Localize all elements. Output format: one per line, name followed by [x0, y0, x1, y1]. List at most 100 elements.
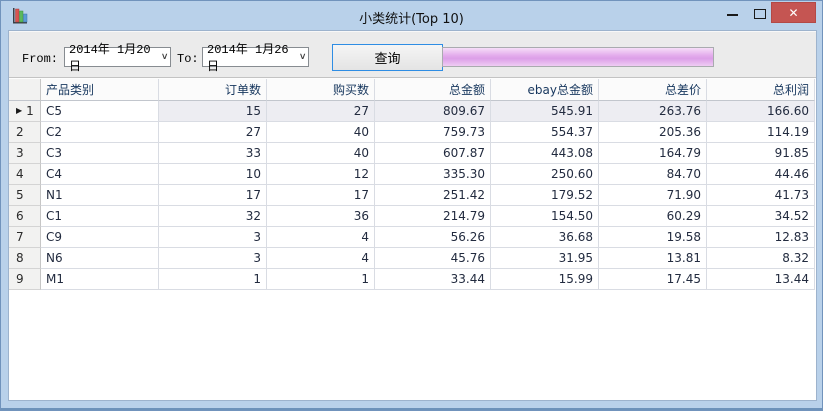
grid-cell[interactable]: 27: [267, 101, 375, 122]
grid-cell[interactable]: 10: [159, 164, 267, 185]
grid-cell[interactable]: 809.67: [375, 101, 491, 122]
column-header-5[interactable]: 总差价: [599, 79, 707, 101]
grid-cell[interactable]: 40: [267, 143, 375, 164]
table-row: 4C41012335.30250.6084.7044.46: [9, 164, 816, 185]
column-header-6[interactable]: 总利润: [707, 79, 815, 101]
row-header[interactable]: 6: [9, 206, 41, 227]
title-bar[interactable]: 小类统计(Top 10) ✕: [1, 1, 822, 31]
grid-cell[interactable]: 71.90: [599, 185, 707, 206]
grid-cell[interactable]: 56.26: [375, 227, 491, 248]
row-header[interactable]: 2: [9, 122, 41, 143]
row-header[interactable]: 7: [9, 227, 41, 248]
grid-cell[interactable]: 164.79: [599, 143, 707, 164]
grid-cell[interactable]: 13.81: [599, 248, 707, 269]
grid-cell[interactable]: 13.44: [707, 269, 815, 290]
grid-cell[interactable]: 1: [267, 269, 375, 290]
query-button[interactable]: 查询: [332, 44, 443, 71]
grid-cell[interactable]: 3: [159, 227, 267, 248]
grid-cell[interactable]: 27: [159, 122, 267, 143]
grid-cell[interactable]: N6: [41, 248, 159, 269]
from-date-picker[interactable]: 2014年 1月20日 ∨: [64, 47, 171, 67]
column-header-0[interactable]: 产品类别: [41, 79, 159, 101]
grid-cell[interactable]: C3: [41, 143, 159, 164]
grid-cell[interactable]: 1: [159, 269, 267, 290]
column-header-3[interactable]: 总金额: [375, 79, 491, 101]
column-header-1[interactable]: 订单数: [159, 79, 267, 101]
current-row-arrow-icon: ▶: [16, 107, 22, 115]
grid-cell[interactable]: C4: [41, 164, 159, 185]
grid-cell[interactable]: 335.30: [375, 164, 491, 185]
grid-cell[interactable]: 251.42: [375, 185, 491, 206]
grid-cell[interactable]: 36.68: [491, 227, 599, 248]
grid-cell[interactable]: 443.08: [491, 143, 599, 164]
grid-cell[interactable]: C1: [41, 206, 159, 227]
table-row: 2C22740759.73554.37205.36114.19: [9, 122, 816, 143]
grid-cell[interactable]: 12: [267, 164, 375, 185]
grid-cell[interactable]: 17: [267, 185, 375, 206]
chevron-down-icon[interactable]: ∨: [299, 52, 306, 62]
grid-cell[interactable]: 205.36: [599, 122, 707, 143]
grid-cell[interactable]: C2: [41, 122, 159, 143]
grid-cell[interactable]: 41.73: [707, 185, 815, 206]
grid-cell[interactable]: 3: [159, 248, 267, 269]
row-number: 1: [26, 104, 34, 118]
grid-cell[interactable]: 759.73: [375, 122, 491, 143]
to-label: To:: [177, 52, 199, 66]
row-header[interactable]: ▶1: [9, 101, 41, 122]
row-header[interactable]: 3: [9, 143, 41, 164]
grid-cell[interactable]: 19.58: [599, 227, 707, 248]
maximize-icon[interactable]: [754, 9, 766, 19]
grid-cell[interactable]: N1: [41, 185, 159, 206]
column-header-2[interactable]: 购买数: [267, 79, 375, 101]
grid-cell[interactable]: 15.99: [491, 269, 599, 290]
column-header-4[interactable]: ebay总金额: [491, 79, 599, 101]
grid-cell[interactable]: 33.44: [375, 269, 491, 290]
minimize-icon[interactable]: [727, 14, 738, 16]
chevron-down-icon[interactable]: ∨: [161, 52, 168, 62]
grid-cell[interactable]: 31.95: [491, 248, 599, 269]
grid-cell[interactable]: 84.70: [599, 164, 707, 185]
grid-cell[interactable]: 15: [159, 101, 267, 122]
row-header[interactable]: 8: [9, 248, 41, 269]
grid-cell[interactable]: 166.60: [707, 101, 815, 122]
grid-cell[interactable]: 4: [267, 248, 375, 269]
grid-cell[interactable]: 12.83: [707, 227, 815, 248]
progress-bar-fill: [443, 48, 713, 66]
grid-cell[interactable]: 33: [159, 143, 267, 164]
grid-cell[interactable]: 154.50: [491, 206, 599, 227]
row-header[interactable]: 4: [9, 164, 41, 185]
grid-cell[interactable]: 263.76: [599, 101, 707, 122]
grid-cell[interactable]: 32: [159, 206, 267, 227]
grid-cell[interactable]: 34.52: [707, 206, 815, 227]
row-header[interactable]: 9: [9, 269, 41, 290]
grid-corner-cell[interactable]: [9, 79, 41, 101]
grid-cell[interactable]: 554.37: [491, 122, 599, 143]
grid-cell[interactable]: 17.45: [599, 269, 707, 290]
grid-cell[interactable]: 607.87: [375, 143, 491, 164]
grid-cell[interactable]: 91.85: [707, 143, 815, 164]
table-row: ▶1C51527809.67545.91263.76166.60: [9, 101, 816, 122]
grid-cell[interactable]: 8.32: [707, 248, 815, 269]
grid-cell[interactable]: 36: [267, 206, 375, 227]
grid-cell[interactable]: 214.79: [375, 206, 491, 227]
from-date-value: 2014年 1月20日: [69, 40, 158, 74]
grid-cell[interactable]: 17: [159, 185, 267, 206]
grid-cell[interactable]: C5: [41, 101, 159, 122]
grid-cell[interactable]: 545.91: [491, 101, 599, 122]
grid-cell[interactable]: 250.60: [491, 164, 599, 185]
grid-cell[interactable]: 4: [267, 227, 375, 248]
grid-cell[interactable]: C9: [41, 227, 159, 248]
grid-cell[interactable]: 40: [267, 122, 375, 143]
grid-cell[interactable]: M1: [41, 269, 159, 290]
close-icon[interactable]: ✕: [771, 2, 816, 23]
row-number: 3: [16, 146, 24, 160]
grid-cell[interactable]: 45.76: [375, 248, 491, 269]
grid-cell[interactable]: 60.29: [599, 206, 707, 227]
grid-cell[interactable]: 114.19: [707, 122, 815, 143]
table-row: 3 C33340607.87443.08164.7991.85: [9, 143, 816, 164]
grid-header-row: 产品类别订单数购买数总金额ebay总金额总差价总利润: [9, 79, 816, 101]
grid-cell[interactable]: 44.46: [707, 164, 815, 185]
grid-cell[interactable]: 179.52: [491, 185, 599, 206]
row-header[interactable]: 5: [9, 185, 41, 206]
to-date-picker[interactable]: 2014年 1月26日 ∨: [202, 47, 309, 67]
